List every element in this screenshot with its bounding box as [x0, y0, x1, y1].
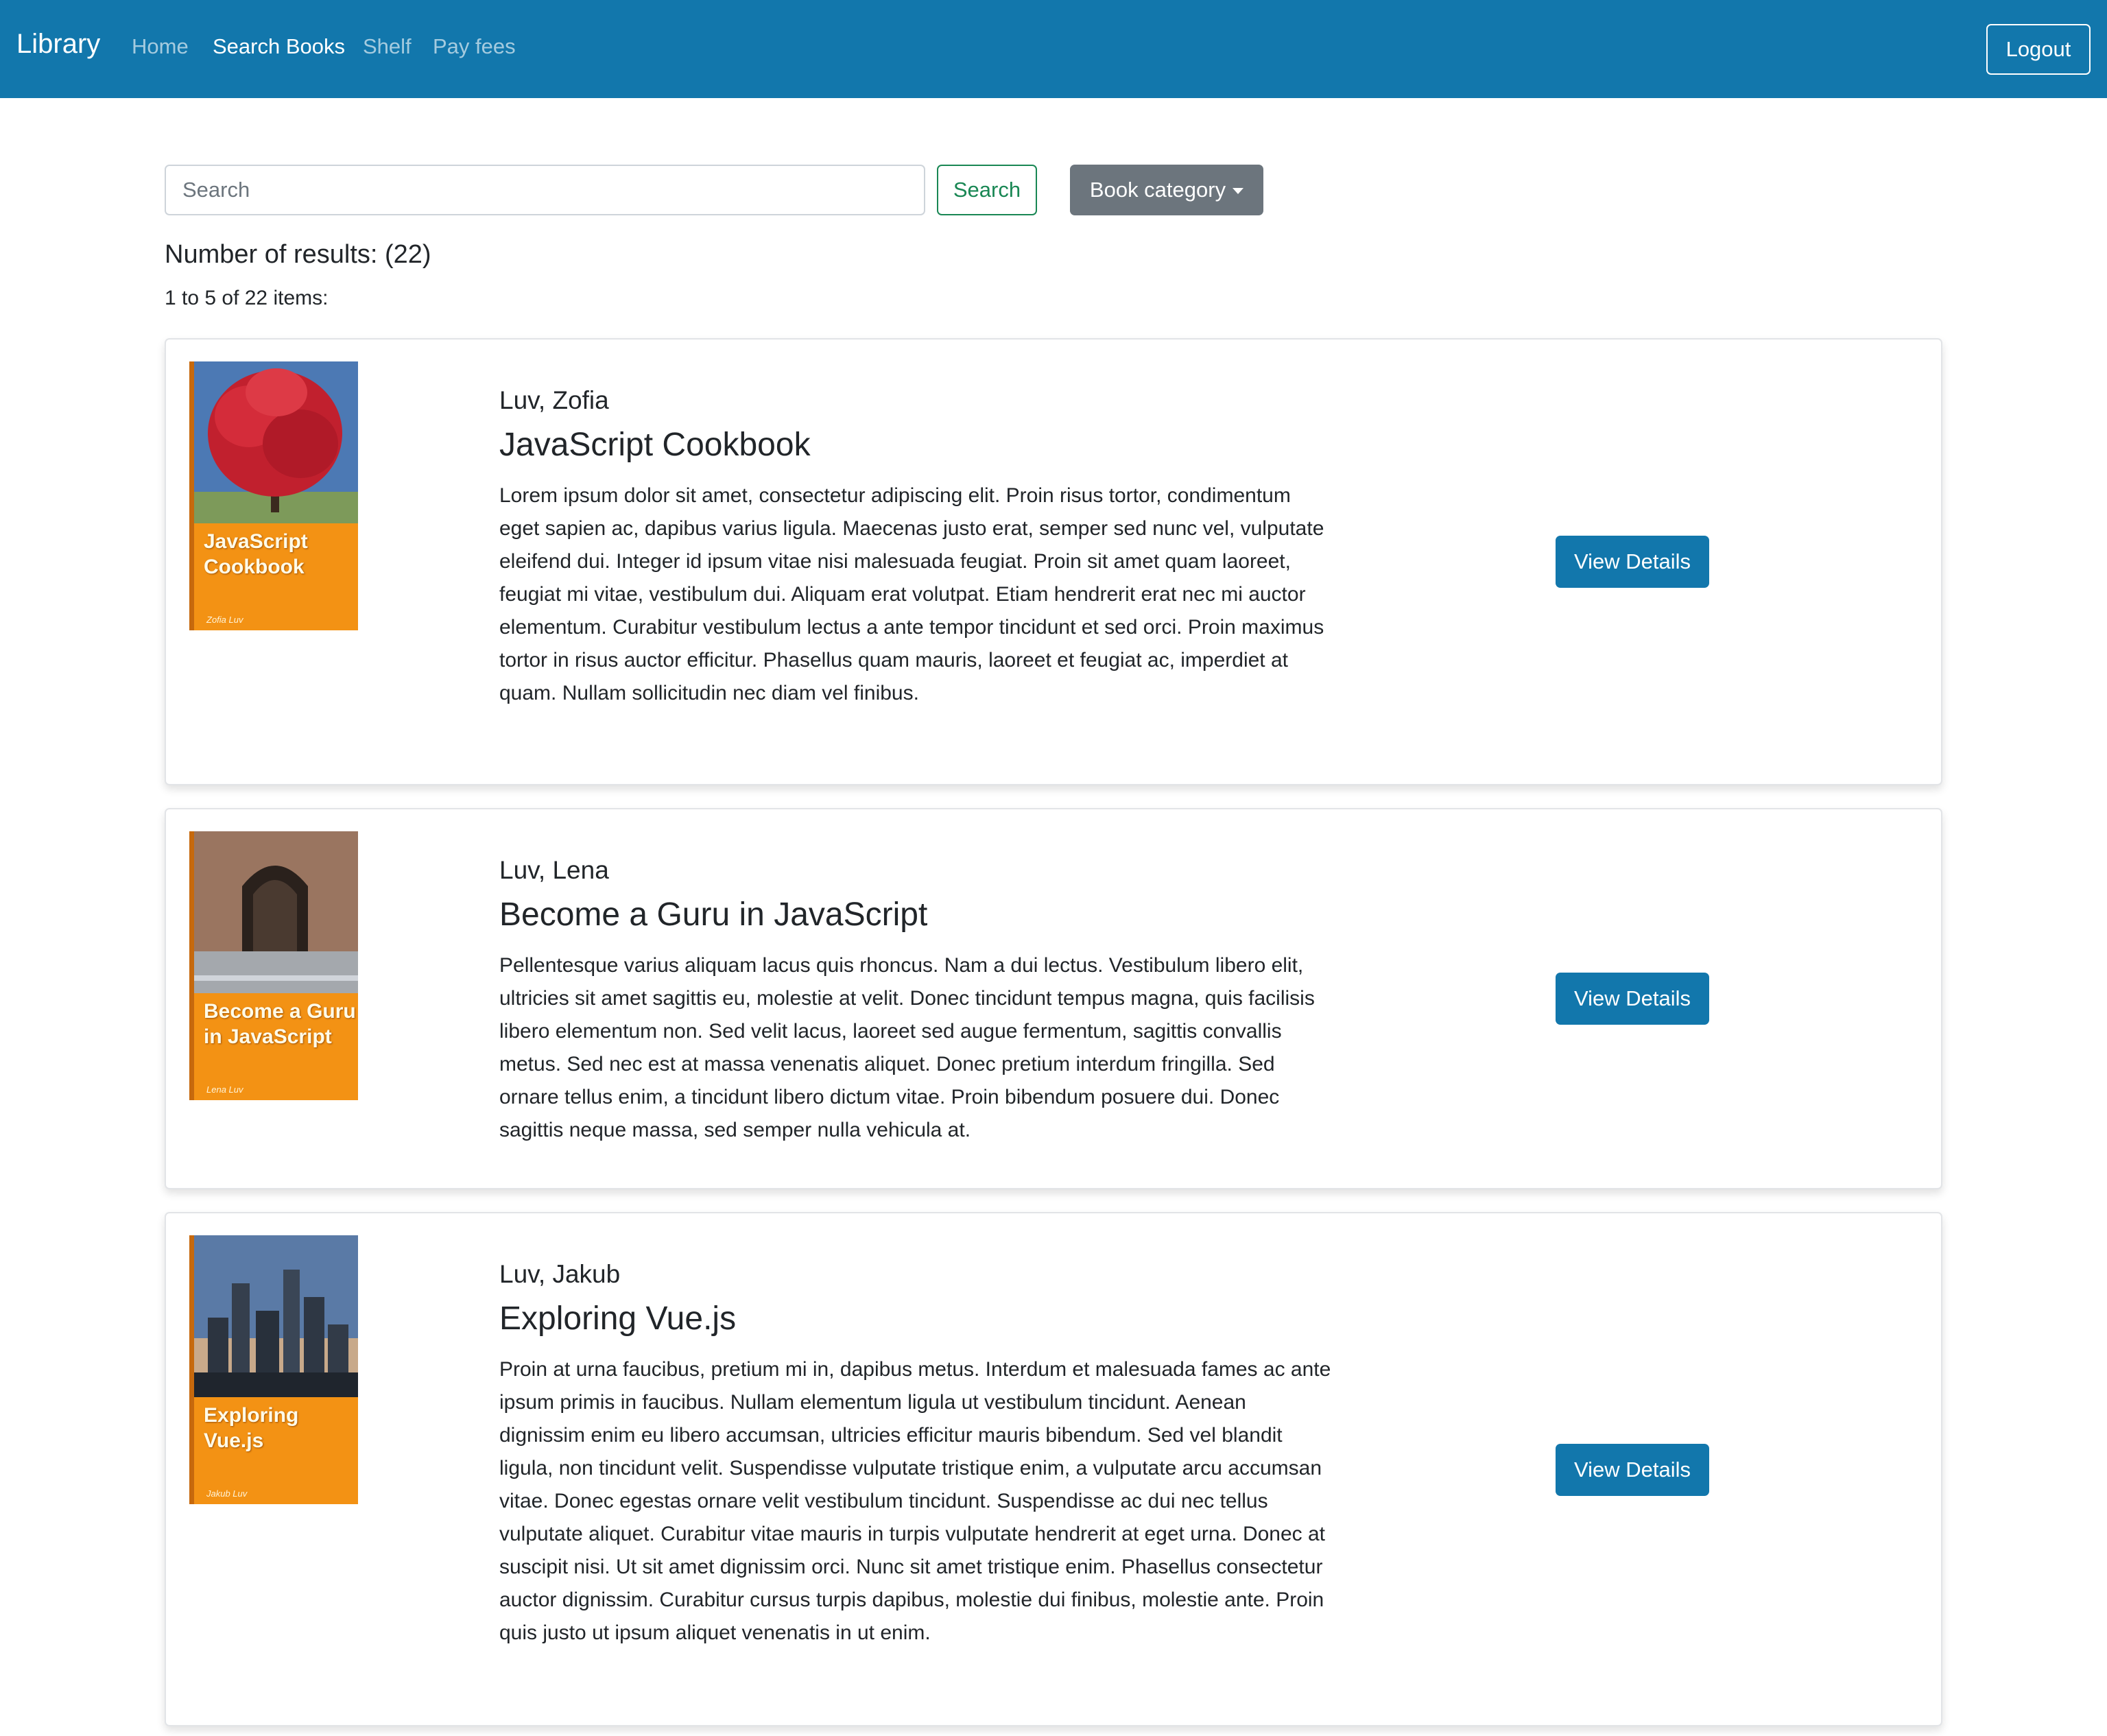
cover-title: JavaScript Cookbook: [204, 530, 308, 578]
view-details-button[interactable]: View Details: [1556, 973, 1709, 1025]
book-description: Proin at urna faucibus, pretium mi in, d…: [499, 1358, 1331, 1644]
archway-photo: [194, 831, 358, 993]
nav-pay-fees[interactable]: Pay fees: [433, 34, 516, 59]
book-title: Become a Guru in JavaScript: [499, 896, 928, 933]
book-author: Luv, Lena: [499, 856, 609, 884]
results-range: 1 to 5 of 22 items:: [165, 287, 329, 309]
book-cover-image: Exploring Vue.js Jakub Luv: [189, 1235, 358, 1504]
book-description: Pellentesque varius aliquam lacus quis r…: [499, 954, 1315, 1141]
book-cover-image: JavaScript Cookbook Zofia Luv: [189, 361, 358, 630]
navbar: Library Home Search Books Shelf Pay fees…: [0, 0, 2107, 98]
search-button[interactable]: Search: [937, 165, 1037, 215]
brand-logo[interactable]: Library: [16, 29, 100, 60]
book-description: Lorem ipsum dolor sit amet, consectetur …: [499, 484, 1324, 704]
caret-down-icon: [1233, 187, 1244, 194]
cover-author: Jakub Luv: [206, 1488, 248, 1499]
cover-title: Exploring Vue.js: [204, 1404, 299, 1452]
nav-home[interactable]: Home: [132, 34, 189, 59]
book-card: Exploring Vue.js Jakub Luv Luv, Jakub Ex…: [165, 1212, 1942, 1726]
search-input[interactable]: [165, 165, 925, 215]
results-count: Number of results: (22): [165, 240, 431, 269]
book-category-label: Book category: [1089, 178, 1226, 202]
nav-search-books[interactable]: Search Books: [213, 34, 345, 59]
view-details-button[interactable]: View Details: [1556, 1444, 1709, 1496]
cover-author: Lena Luv: [206, 1084, 243, 1095]
book-title: Exploring Vue.js: [499, 1300, 737, 1337]
view-details-button[interactable]: View Details: [1556, 536, 1709, 588]
tree-photo: [194, 361, 358, 523]
skyline-photo: [194, 1235, 358, 1397]
book-author: Luv, Jakub: [499, 1260, 621, 1288]
book-author: Luv, Zofia: [499, 386, 609, 414]
book-card: JavaScript Cookbook Zofia Luv Luv, Zofia…: [165, 338, 1942, 785]
nav-shelf[interactable]: Shelf: [363, 34, 412, 59]
book-cover-image: Become a Guru in JavaScript Lena Luv: [189, 831, 358, 1100]
book-card: Become a Guru in JavaScript Lena Luv Luv…: [165, 808, 1942, 1189]
book-title: JavaScript Cookbook: [499, 427, 811, 463]
cover-title: Become a Guru in JavaScript: [204, 1000, 356, 1048]
cover-author: Zofia Luv: [206, 615, 243, 625]
logout-button[interactable]: Logout: [1986, 24, 2091, 75]
book-category-dropdown[interactable]: Book category: [1070, 165, 1263, 215]
